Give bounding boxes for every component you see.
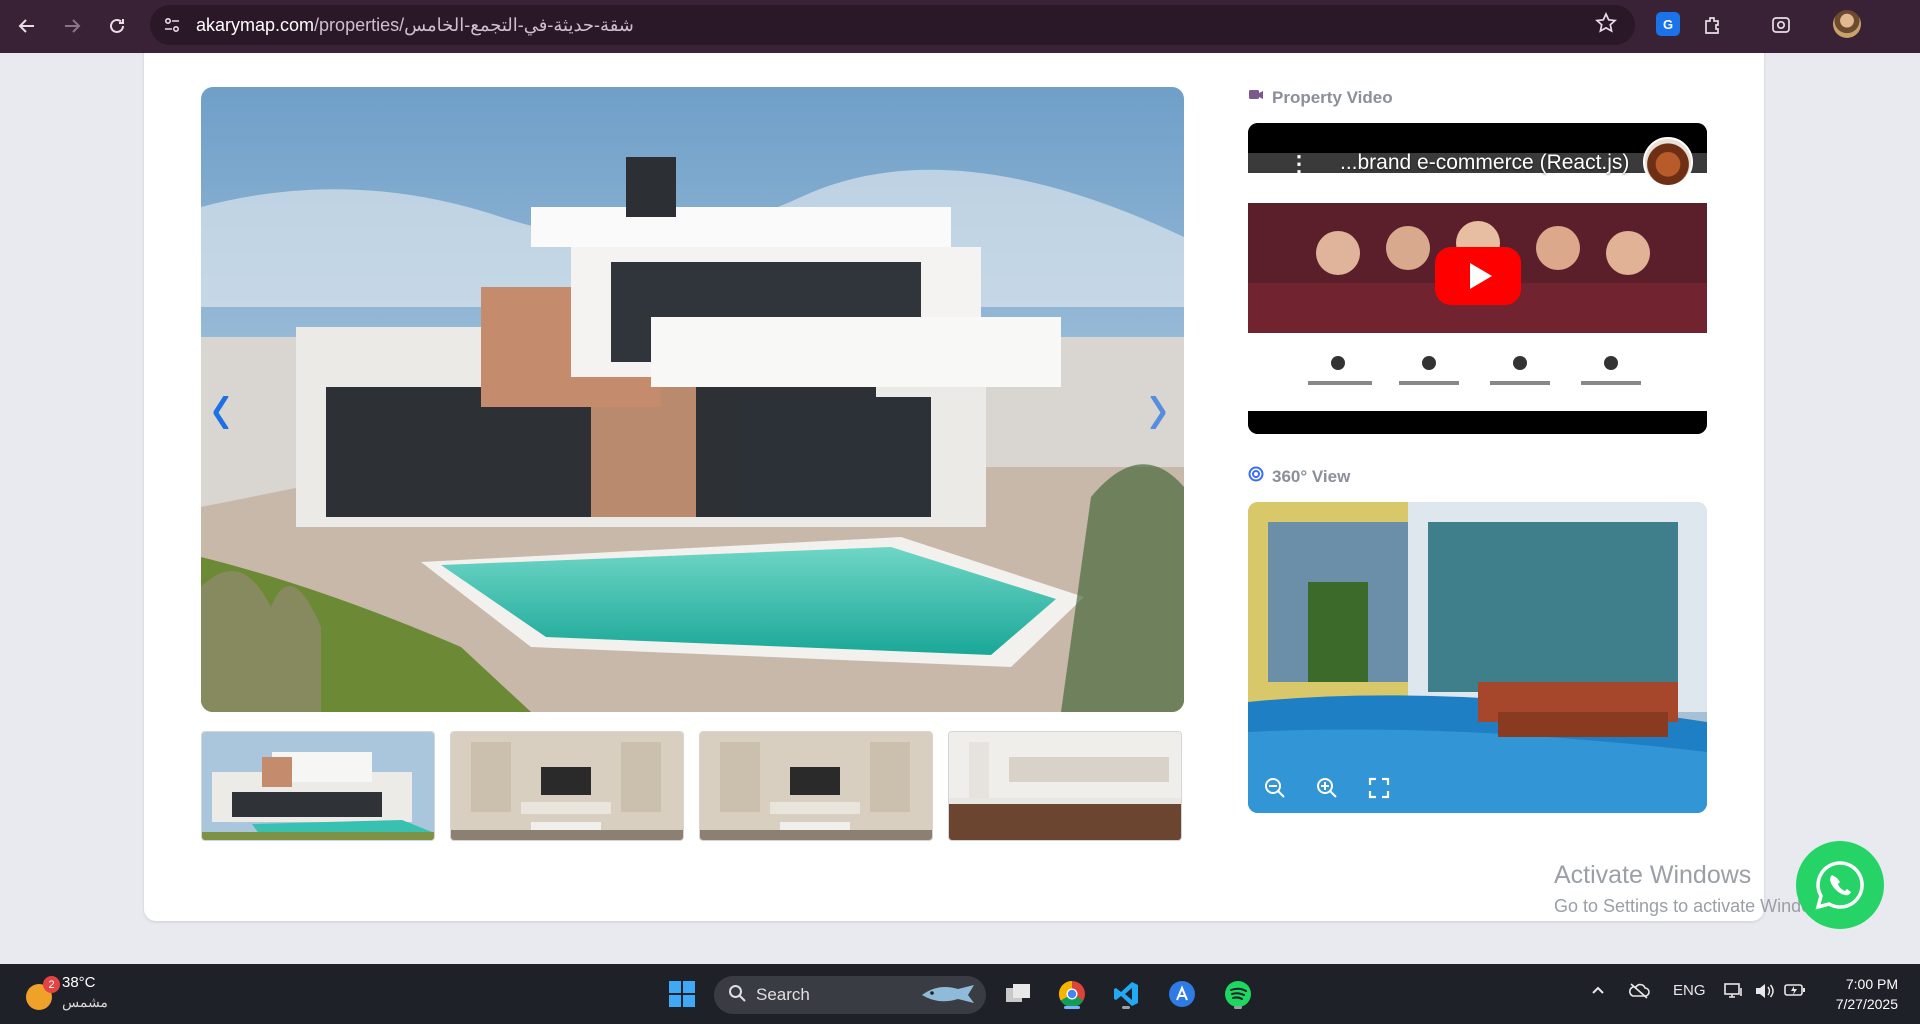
clock-date: 7/27/2025 <box>1835 996 1898 1012</box>
main-property-photo: ‹ › <box>201 87 1184 712</box>
network-icon[interactable] <box>1724 982 1744 1004</box>
zoom-in-icon[interactable] <box>1312 773 1342 803</box>
language-indicator[interactable]: ENG <box>1673 982 1706 999</box>
forward-icon[interactable] <box>54 8 90 44</box>
360-view-icon <box>1248 466 1264 487</box>
thumbnail-kitchen[interactable] <box>948 731 1182 841</box>
extensions-icon[interactable] <box>1698 10 1728 40</box>
start-icon[interactable] <box>664 976 700 1012</box>
show-hidden-icons-icon[interactable] <box>1590 982 1606 1002</box>
browser-toolbar: akarymap.com/properties/شقة-حديثة-في-الت… <box>0 0 1920 53</box>
thumbnail-living-room[interactable] <box>450 731 684 841</box>
property-video-heading: Property Video <box>1248 87 1393 108</box>
running-indicator <box>1234 1006 1242 1009</box>
lens-icon[interactable] <box>1766 10 1796 40</box>
search-icon <box>728 984 746 1007</box>
back-icon[interactable] <box>9 8 45 44</box>
reload-icon[interactable] <box>99 8 135 44</box>
property-video-player[interactable]: ⋮ ...brand e-commerce (React.js) <box>1248 123 1707 434</box>
spotify-icon[interactable] <box>1220 976 1256 1012</box>
search-label: Search <box>756 985 810 1004</box>
profile-avatar[interactable] <box>1833 10 1861 38</box>
weather-widget[interactable]: 2 38°C مشمس <box>26 974 108 1011</box>
temperature: 38°C <box>62 974 96 991</box>
url-text: akarymap.com/properties/شقة-حديثة-في-الت… <box>196 15 634 36</box>
vscode-icon[interactable] <box>1108 976 1144 1012</box>
site-settings-icon[interactable] <box>156 9 188 41</box>
app-store-icon[interactable] <box>1164 976 1200 1012</box>
pano-controls <box>1248 763 1707 813</box>
clock-time: 7:00 PM <box>1845 976 1898 992</box>
url-path: /properties/شقة-حديثة-في-التجمع-الخامس <box>314 14 634 35</box>
address-bar[interactable]: akarymap.com/properties/شقة-حديثة-في-الت… <box>150 5 1635 45</box>
fullscreen-icon[interactable] <box>1364 773 1394 803</box>
sun-icon: 2 <box>26 976 60 1010</box>
running-indicator <box>1064 1006 1080 1009</box>
previous-photo-icon[interactable]: ‹ <box>211 364 231 449</box>
system-clock[interactable]: 7:00 PM 7/27/2025 <box>1836 974 1898 1014</box>
thumbnail-living-room[interactable] <box>699 731 933 841</box>
next-photo-icon[interactable]: › <box>1148 364 1168 449</box>
task-view-icon[interactable] <box>1000 976 1036 1012</box>
translate-icon[interactable]: G <box>1656 12 1680 36</box>
whatsapp-icon[interactable] <box>1796 841 1884 929</box>
notification-badge: 2 <box>43 976 60 993</box>
panorama-viewer[interactable] <box>1248 502 1707 813</box>
onedrive-offline-icon[interactable] <box>1628 982 1650 1004</box>
running-indicator <box>1122 1006 1130 1009</box>
zoom-out-icon[interactable] <box>1260 773 1290 803</box>
channel-avatar[interactable] <box>1643 137 1693 187</box>
pano-title: 360° View <box>1272 466 1351 486</box>
bookmark-star-icon[interactable] <box>1595 11 1617 40</box>
windows-taskbar: 2 38°C مشمس Search ENG 7:00 PM 7/27/2025 <box>0 964 1920 1024</box>
property-video-title: Property Video <box>1272 87 1393 107</box>
chrome-icon[interactable] <box>1054 976 1090 1012</box>
battery-icon[interactable] <box>1784 982 1806 1002</box>
video-more-icon[interactable]: ⋮ <box>1288 151 1310 177</box>
pano-heading: 360° View <box>1248 466 1350 487</box>
taskbar-search[interactable]: Search <box>714 976 986 1014</box>
thumbnail-exterior[interactable] <box>201 731 435 841</box>
youtube-play-icon[interactable] <box>1435 247 1521 305</box>
photo-thumbnails <box>201 731 1184 841</box>
search-highlight-icon <box>918 979 978 1012</box>
page-content: ‹ › Property Video ⋮ ...brand e-commerce… <box>0 53 1920 964</box>
watermark-line2: Go to Settings to activate Windows. <box>1554 896 1839 916</box>
url-host: akarymap.com <box>196 14 315 35</box>
weather-condition: مشمس <box>62 994 108 1010</box>
volume-icon[interactable] <box>1754 982 1774 1004</box>
video-camera-icon <box>1248 87 1264 108</box>
video-title: ...brand e-commerce (React.js) <box>1340 151 1630 174</box>
